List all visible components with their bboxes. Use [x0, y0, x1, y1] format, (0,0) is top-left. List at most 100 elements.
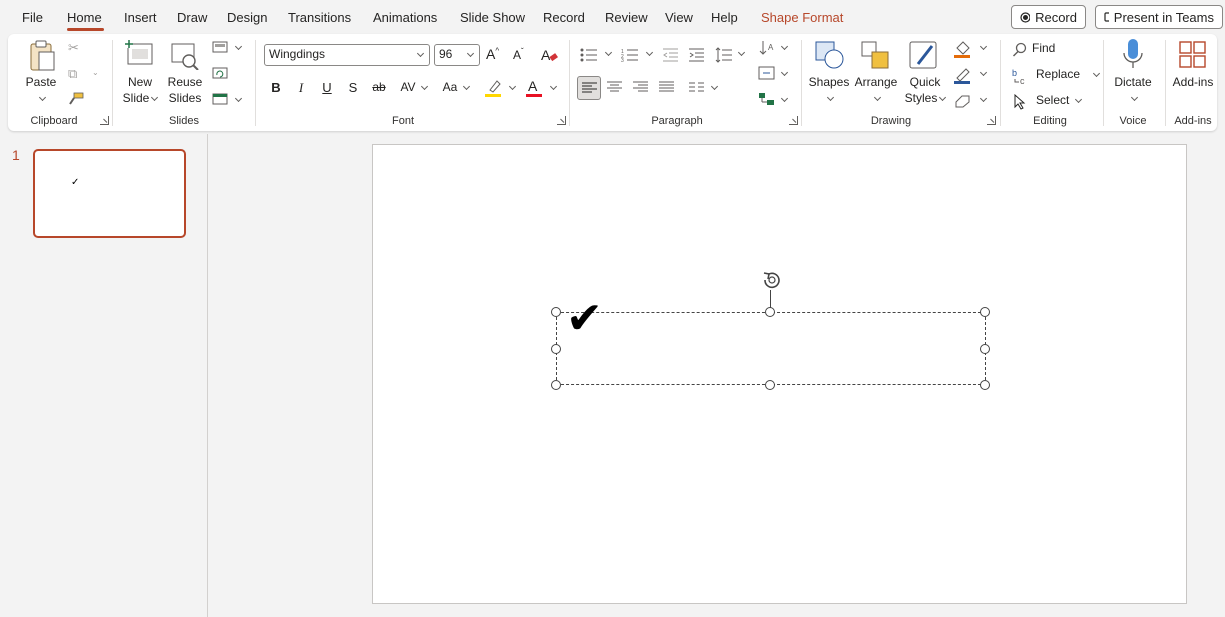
menu-draw[interactable]: Draw: [177, 10, 207, 25]
chevron-down-icon[interactable]: [234, 42, 243, 51]
align-text-icon[interactable]: [758, 66, 776, 80]
bold-icon[interactable]: B: [266, 80, 286, 95]
new-slide-button[interactable]: New Slide: [120, 74, 160, 106]
copy-icon[interactable]: ⧉: [68, 66, 77, 82]
reuse-label-2: Slides: [168, 91, 202, 105]
chevron-down-icon: [151, 93, 159, 102]
quick-styles-button[interactable]: Quick Styles: [903, 74, 947, 106]
chevron-down-icon[interactable]: [420, 82, 429, 91]
justify-icon[interactable]: [659, 81, 675, 93]
slide-checkmark[interactable]: ✔: [566, 297, 603, 341]
arrange-button[interactable]: Arrange: [853, 74, 899, 106]
present-teams-button[interactable]: Present in Teams: [1095, 5, 1223, 29]
text-direction-icon[interactable]: A: [758, 40, 776, 56]
pane-divider[interactable]: [207, 134, 208, 617]
align-center-icon[interactable]: [607, 81, 623, 93]
clear-formatting-icon[interactable]: A: [540, 46, 558, 64]
increase-indent-icon[interactable]: [689, 48, 705, 62]
menu-insert[interactable]: Insert: [124, 10, 157, 25]
record-button[interactable]: Record: [1011, 5, 1086, 29]
shape-outline-icon[interactable]: [954, 66, 972, 84]
chevron-down-icon[interactable]: [979, 94, 988, 103]
rotate-handle-icon[interactable]: [760, 268, 784, 292]
menu-record[interactable]: Record: [543, 10, 585, 25]
resize-handle-top-right[interactable]: [980, 307, 990, 317]
smartart-icon[interactable]: [758, 92, 776, 106]
chevron-down-icon[interactable]: [508, 82, 517, 91]
menu-animations[interactable]: Animations: [373, 10, 437, 25]
menu-review[interactable]: Review: [605, 10, 648, 25]
grow-font-icon[interactable]: A^: [486, 46, 499, 62]
chevron-down-icon[interactable]: [604, 48, 613, 57]
chevron-down-icon[interactable]: [737, 48, 746, 57]
chevron-down-icon[interactable]: [780, 68, 789, 77]
clipboard-launcher-icon[interactable]: [100, 116, 109, 125]
selected-textbox[interactable]: [556, 312, 986, 385]
align-left-button[interactable]: [577, 76, 601, 100]
bullets-icon[interactable]: [580, 48, 598, 62]
resize-handle-top-left[interactable]: [551, 307, 561, 317]
dictate-button[interactable]: Dictate: [1111, 74, 1155, 106]
columns-icon[interactable]: [689, 82, 705, 92]
chevron-down-icon[interactable]: [979, 42, 988, 51]
replace-button[interactable]: bc Replace: [1010, 66, 1101, 86]
menu-transitions[interactable]: Transitions: [288, 10, 351, 25]
resize-handle-right[interactable]: [980, 344, 990, 354]
resize-handle-bottom-right[interactable]: [980, 380, 990, 390]
paste-button[interactable]: Paste: [24, 74, 58, 106]
shrink-font-icon[interactable]: Aˇ: [513, 47, 524, 62]
menu-home[interactable]: Home: [67, 10, 102, 25]
menu-shape-format[interactable]: Shape Format: [761, 10, 843, 25]
reuse-slides-button[interactable]: Reuse Slides: [164, 74, 206, 106]
shape-effects-icon[interactable]: [954, 92, 972, 108]
italic-icon[interactable]: I: [291, 80, 311, 96]
select-button[interactable]: Select: [1010, 92, 1100, 112]
font-launcher-icon[interactable]: [557, 116, 566, 125]
chevron-down-icon[interactable]: [462, 82, 471, 91]
resize-handle-bottom-left[interactable]: [551, 380, 561, 390]
separator: [112, 40, 113, 126]
menu-file[interactable]: File: [22, 10, 43, 25]
find-button[interactable]: Find: [1010, 40, 1100, 60]
chevron-down-icon[interactable]: [645, 48, 654, 57]
addins-icon: [1179, 41, 1206, 68]
chevron-down-icon[interactable]: [780, 42, 789, 51]
paragraph-launcher-icon[interactable]: [789, 116, 798, 125]
shape-fill-icon[interactable]: [954, 40, 972, 58]
section-icon[interactable]: [212, 93, 228, 105]
chevron-down-icon[interactable]: [234, 94, 243, 103]
line-spacing-icon[interactable]: [715, 47, 733, 63]
resize-handle-top[interactable]: [765, 307, 775, 317]
font-size-combo[interactable]: 96: [434, 44, 480, 66]
highlight-icon[interactable]: [485, 78, 503, 98]
font-name-combo[interactable]: Wingdings: [264, 44, 430, 66]
numbering-icon[interactable]: 123: [621, 48, 639, 62]
strikethrough-icon[interactable]: ab: [369, 80, 389, 94]
menu-view[interactable]: View: [665, 10, 693, 25]
resize-handle-bottom[interactable]: [765, 380, 775, 390]
layout-icon[interactable]: [212, 41, 228, 53]
format-painter-icon[interactable]: [68, 92, 84, 106]
resize-handle-left[interactable]: [551, 344, 561, 354]
chevron-down-icon[interactable]: [549, 82, 558, 91]
menu-help[interactable]: Help: [711, 10, 738, 25]
underline-icon[interactable]: U: [317, 80, 337, 95]
menu-slideshow[interactable]: Slide Show: [460, 10, 525, 25]
cut-icon[interactable]: ✂: [68, 40, 79, 56]
align-right-icon[interactable]: [633, 81, 649, 93]
chevron-down-icon[interactable]: [710, 82, 719, 91]
chevron-down-icon[interactable]: [780, 94, 789, 103]
font-color-icon[interactable]: A: [526, 78, 544, 98]
copy-chevron-icon[interactable]: ⌄: [92, 68, 99, 77]
menu-design[interactable]: Design: [227, 10, 267, 25]
reset-icon[interactable]: [212, 67, 228, 79]
change-case-icon[interactable]: Aa: [438, 80, 462, 94]
character-spacing-icon[interactable]: AV: [396, 80, 420, 94]
drawing-launcher-icon[interactable]: [987, 116, 996, 125]
slide-thumbnail[interactable]: ✓: [33, 149, 186, 238]
decrease-indent-icon[interactable]: [663, 48, 679, 62]
text-shadow-icon[interactable]: S: [343, 80, 363, 95]
shapes-button[interactable]: Shapes: [808, 74, 850, 106]
chevron-down-icon[interactable]: [979, 68, 988, 77]
addins-button[interactable]: Add-ins: [1170, 74, 1216, 90]
